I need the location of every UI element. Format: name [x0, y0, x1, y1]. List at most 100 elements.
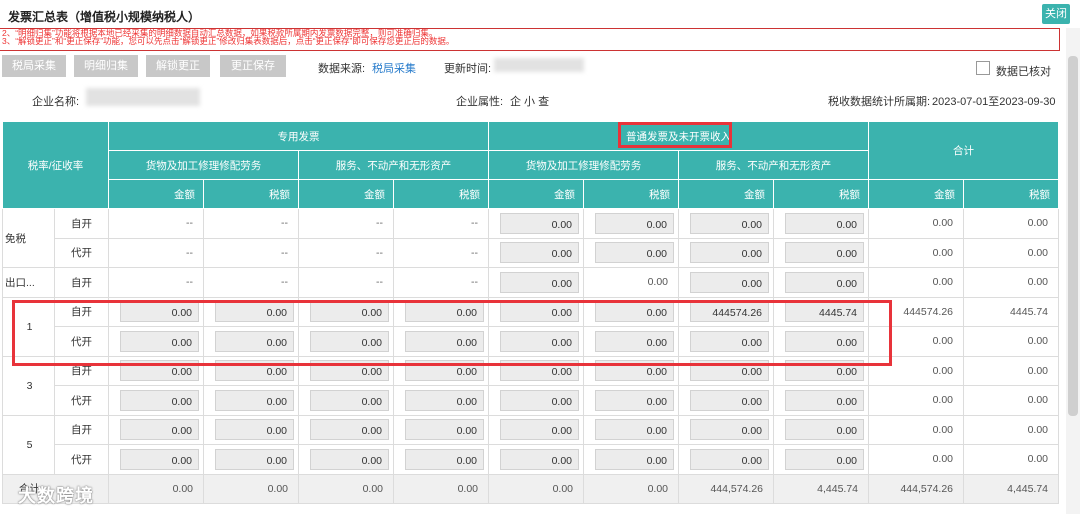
special-cell: -- — [108, 208, 205, 239]
issue-type-cell: 代开 — [53, 444, 110, 475]
special-cell: -- — [203, 267, 300, 298]
total-row-cell: 444,574.26 — [678, 473, 775, 504]
special-input[interactable]: 0.00 — [120, 419, 200, 441]
rate-cell: 5 — [2, 414, 55, 475]
total-cell: 0.00 — [868, 267, 965, 298]
special-input[interactable]: 0.00 — [405, 419, 485, 441]
total-cell: 0.00 — [963, 444, 1060, 475]
detail-collect-button[interactable]: 明细归集 — [74, 55, 138, 77]
total-row-cell: 0.00 — [393, 473, 490, 504]
special-cell: -- — [393, 267, 490, 298]
special-cell: -- — [203, 208, 300, 239]
period-value: 2023-07-01至2023-09-30 — [932, 96, 1056, 108]
header-rate: 税率/征收率 — [1, 121, 110, 209]
unlock-edit-button[interactable]: 解锁更正 — [146, 55, 210, 77]
special-input[interactable]: 0.00 — [120, 389, 200, 411]
normal-input[interactable]: 0.00 — [690, 419, 770, 441]
normal-input[interactable]: 0.00 — [595, 448, 675, 470]
normal-input[interactable]: 0.00 — [500, 419, 580, 441]
special-cell: -- — [393, 237, 490, 268]
redacted-time — [494, 58, 584, 72]
normal-input[interactable]: 0.00 — [595, 242, 675, 264]
verified-checkbox[interactable] — [976, 61, 990, 75]
normal-input[interactable]: 0.00 — [785, 242, 865, 264]
issue-type-cell: 自开 — [53, 267, 110, 298]
special-input[interactable]: 0.00 — [120, 448, 200, 470]
normal-input[interactable]: 0.00 — [785, 212, 865, 234]
header-tax: 税额 — [963, 179, 1060, 209]
header-goods: 货物及加工修理修配劳务 — [108, 150, 300, 180]
normal-input[interactable]: 0.00 — [500, 389, 580, 411]
normal-input[interactable]: 0.00 — [785, 419, 865, 441]
total-cell: 0.00 — [963, 326, 1060, 357]
normal-input[interactable]: 0.00 — [500, 242, 580, 264]
company-attr-label: 企业属性: — [456, 96, 504, 108]
special-input[interactable]: 0.00 — [215, 448, 295, 470]
normal-input[interactable]: 0.00 — [785, 271, 865, 293]
issue-type-cell: 代开 — [53, 237, 110, 268]
normal-input[interactable]: 0.00 — [785, 389, 865, 411]
total-cell: 0.00 — [963, 267, 1060, 298]
header-service: 服务、不动产和无形资产 — [678, 150, 870, 180]
normal-input[interactable]: 0.00 — [690, 448, 770, 470]
close-button[interactable]: 关闭 — [1042, 4, 1070, 24]
special-input[interactable]: 0.00 — [215, 389, 295, 411]
normal-input[interactable]: 0.00 — [500, 212, 580, 234]
source-link[interactable]: 税局采集 — [372, 60, 416, 76]
special-cell: 0.00 — [298, 385, 395, 416]
collect-button[interactable]: 税局采集 — [2, 55, 66, 77]
normal-input[interactable]: 0.00 — [690, 389, 770, 411]
special-input[interactable]: 0.00 — [310, 419, 390, 441]
total-cell: 0.00 — [868, 237, 965, 268]
special-input[interactable]: 0.00 — [310, 448, 390, 470]
header-amount: 金额 — [868, 179, 965, 209]
issue-type-cell: 自开 — [53, 208, 110, 239]
total-row-cell: 444,574.26 — [868, 473, 965, 504]
normal-cell: 0.00 — [678, 444, 775, 475]
normal-input[interactable]: 0.00 — [690, 242, 770, 264]
normal-cell: 0.00 — [583, 385, 680, 416]
normal-input[interactable]: 0.00 — [595, 389, 675, 411]
total-row-cell: 0.00 — [583, 473, 680, 504]
normal-cell: 0.00 — [773, 267, 870, 298]
special-input[interactable]: 0.00 — [405, 448, 485, 470]
normal-cell: 0.00 — [678, 414, 775, 445]
special-input[interactable]: 0.00 — [215, 419, 295, 441]
table-row: 代开 -- -- -- -- 0.00 0.00 0.00 0.00 0.00 0.00 — [3, 237, 1060, 268]
normal-input[interactable]: 0.00 — [595, 212, 675, 234]
normal-cell: 0.00 — [583, 237, 680, 268]
normal-cell: 0.00 — [773, 414, 870, 445]
special-cell: -- — [108, 267, 205, 298]
normal-cell: 0.00 — [773, 444, 870, 475]
total-cell: 0.00 — [963, 355, 1060, 386]
notice-line: 3、“解锁更正”和“更正保存”功能，您可以先点击“解锁更正”修改归集表数据后，点… — [2, 36, 455, 46]
normal-input[interactable]: 0.00 — [785, 448, 865, 470]
total-cell: 0.00 — [963, 208, 1060, 239]
special-input[interactable]: 0.00 — [310, 389, 390, 411]
header-amount: 金额 — [108, 179, 205, 209]
normal-input[interactable]: 0.00 — [690, 212, 770, 234]
header-tax: 税额 — [773, 179, 870, 209]
normal-cell: 0.00 — [488, 237, 585, 268]
normal-input[interactable]: 0.00 — [595, 419, 675, 441]
normal-cell: 0.00 — [678, 237, 775, 268]
highlight-normal-invoice-header — [618, 122, 732, 148]
rate-cell: 出口... — [2, 267, 55, 298]
save-edit-button[interactable]: 更正保存 — [220, 55, 286, 77]
total-cell: 4445.74 — [963, 296, 1060, 327]
header-tax: 税额 — [393, 179, 490, 209]
scrollbar-thumb[interactable] — [1068, 56, 1078, 416]
highlight-rate-1-rows — [12, 300, 892, 366]
normal-cell: 0.00 — [773, 385, 870, 416]
special-input[interactable]: 0.00 — [405, 389, 485, 411]
special-cell: 0.00 — [393, 414, 490, 445]
normal-cell: 0.00 — [488, 267, 585, 298]
notice-box: 2、“明细归集”功能将根据本地已经采集的明细数据自动汇总数据，如果税款所属期内发… — [0, 28, 1060, 51]
total-row-cell: 4,445.74 — [963, 473, 1060, 504]
normal-input[interactable]: 0.00 — [500, 271, 580, 293]
total-cell: 0.00 — [963, 385, 1060, 416]
special-cell: 0.00 — [203, 385, 300, 416]
normal-input[interactable]: 0.00 — [500, 448, 580, 470]
table-row: 代开 0.00 0.00 0.00 0.00 0.00 0.00 0.00 0.00 0.00 0.… — [3, 385, 1060, 416]
normal-input[interactable]: 0.00 — [690, 271, 770, 293]
